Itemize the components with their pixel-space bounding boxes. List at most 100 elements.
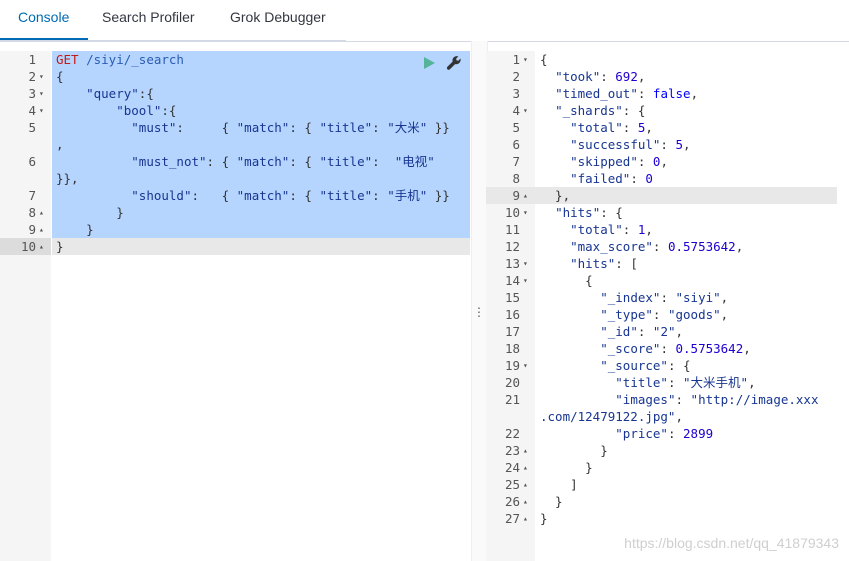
code-line: , <box>0 136 471 153</box>
line-number: 26 <box>504 494 520 509</box>
fold-open-icon[interactable]: ▾ <box>39 85 44 102</box>
play-icon[interactable] <box>422 56 436 70</box>
wrench-icon[interactable] <box>446 55 462 71</box>
line-number: 4 <box>28 103 36 118</box>
code-line: 2 "took": 692, <box>486 68 849 85</box>
code-text: "timed_out": false, <box>555 86 699 101</box>
fold-close-icon[interactable]: ▴ <box>39 238 44 255</box>
code-line: 1 ▾ { <box>486 51 849 68</box>
line-number: 8 <box>28 205 36 220</box>
line-number: 11 <box>504 222 520 237</box>
fold-close-icon[interactable]: ▴ <box>523 459 528 476</box>
line-number: 8 <box>512 171 520 186</box>
fold-close-icon[interactable]: ▴ <box>523 187 528 204</box>
request-editor[interactable]: 1 GET /siyi/_search 2 ▾{3 ▾ "query":{4 ▾ "boo… <box>0 51 471 561</box>
fold-open-icon[interactable]: ▾ <box>39 102 44 119</box>
fold-open-icon[interactable]: ▾ <box>523 51 528 68</box>
tab-bar: Console Search Profiler Grok Debugger <box>0 0 849 42</box>
fold-close-icon[interactable]: ▴ <box>523 510 528 527</box>
code-line: 7 "skipped": 0, <box>486 153 849 170</box>
line-number: 27 <box>504 511 520 526</box>
fold-open-icon[interactable]: ▾ <box>523 357 528 374</box>
line-number: 23 <box>504 443 520 458</box>
code-text: "_id": "2", <box>600 324 684 339</box>
line-number: 1 <box>512 52 520 67</box>
line-number: 1 <box>28 52 36 67</box>
fold-close-icon[interactable]: ▴ <box>39 204 44 221</box>
active-tab-underline <box>0 38 88 40</box>
code-text: "_shards": { <box>555 103 646 118</box>
code-line: 24 ▴ } <box>486 459 849 476</box>
code-text: } <box>540 511 548 526</box>
code-line: 13 ▾ "hits": [ <box>486 255 849 272</box>
response-editor[interactable]: 1 ▾{2 "took": 692, 3 "timed_out": false, 4 ▾… <box>486 51 849 561</box>
code-line: 21 "images": "http://image.xxx <box>486 391 849 408</box>
code-line: 9 ▴ } <box>0 221 471 238</box>
code-line: 11 "total": 1, <box>486 221 849 238</box>
tab-grok-debugger[interactable]: Grok Debugger <box>230 0 326 40</box>
code-text: } <box>540 494 563 509</box>
code-text: "images": "http://image.xxx <box>615 392 819 407</box>
line-number: 22 <box>504 426 520 441</box>
code-line: 14 ▾ { <box>486 272 849 289</box>
line-number: 9 <box>512 188 520 203</box>
code-text: "skipped": 0, <box>570 154 668 169</box>
line-number: 2 <box>28 69 36 84</box>
line-number: 5 <box>28 120 36 135</box>
code-text: { <box>540 273 593 288</box>
fold-open-icon[interactable]: ▾ <box>523 272 528 289</box>
fold-open-icon[interactable]: ▾ <box>523 204 528 221</box>
code-text: "failed": 0 <box>570 171 653 186</box>
code-text: }}, <box>56 171 79 186</box>
line-number: 3 <box>28 86 36 101</box>
code-text: "took": 692, <box>555 69 646 84</box>
line-number: 7 <box>512 154 520 169</box>
code-line: 7 "should": { "match": { "title": "手机" }… <box>0 187 471 204</box>
resize-handle-icon[interactable]: ⋮ <box>472 305 486 319</box>
code-text: "hits": { <box>555 205 623 220</box>
line-number: 18 <box>504 341 520 356</box>
code-line: 18 "_score": 0.5753642, <box>486 340 849 357</box>
code-line: 22 "price": 2899 <box>486 425 849 442</box>
line-number: 20 <box>504 375 520 390</box>
code-text: "query":{ <box>86 86 154 101</box>
code-line: 10 ▾ "hits": { <box>486 204 849 221</box>
line-number: 3 <box>512 86 520 101</box>
fold-open-icon[interactable]: ▾ <box>523 255 528 272</box>
code-text: "hits": [ <box>570 256 638 271</box>
code-text: "_type": "goods", <box>600 307 729 322</box>
code-text: } <box>540 443 608 458</box>
code-line: 12 "max_score": 0.5753642, <box>486 238 849 255</box>
tab-console[interactable]: Console <box>18 0 69 40</box>
line-number: 21 <box>504 392 520 407</box>
code-text: "must_not": { "match": { "title": "电视" <box>131 154 435 169</box>
code-text: "successful": 5, <box>570 137 691 152</box>
line-number: 6 <box>28 154 36 169</box>
code-line: 10 ▴} <box>0 238 471 255</box>
code-line: 5 "must": { "match": { "title": "大米" }} <box>0 119 471 136</box>
fold-close-icon[interactable]: ▴ <box>523 476 528 493</box>
tab-search-profiler[interactable]: Search Profiler <box>102 0 195 40</box>
line-number: 4 <box>512 103 520 118</box>
code-line: 3 ▾ "query":{ <box>0 85 471 102</box>
line-number: 16 <box>504 307 520 322</box>
fold-close-icon[interactable]: ▴ <box>39 221 44 238</box>
code-text: GET /siyi/_search <box>56 52 184 67</box>
fold-close-icon[interactable]: ▴ <box>523 442 528 459</box>
line-number: 9 <box>28 222 36 237</box>
fold-open-icon[interactable]: ▾ <box>39 68 44 85</box>
fold-close-icon[interactable]: ▴ <box>523 493 528 510</box>
code-line: 6 "must_not": { "match": { "title": "电视" <box>0 153 471 170</box>
code-text: , <box>56 137 64 152</box>
code-line: }}, <box>0 170 471 187</box>
line-number: 6 <box>512 137 520 152</box>
line-number: 19 <box>504 358 520 373</box>
code-line: 20 "title": "大米手机", <box>486 374 849 391</box>
fold-open-icon[interactable]: ▾ <box>523 102 528 119</box>
code-line: 4 ▾ "_shards": { <box>486 102 849 119</box>
line-number: 25 <box>504 477 520 492</box>
code-text: ] <box>540 477 578 492</box>
line-number: 7 <box>28 188 36 203</box>
code-text: { <box>56 69 64 84</box>
code-text: "_score": 0.5753642, <box>600 341 751 356</box>
